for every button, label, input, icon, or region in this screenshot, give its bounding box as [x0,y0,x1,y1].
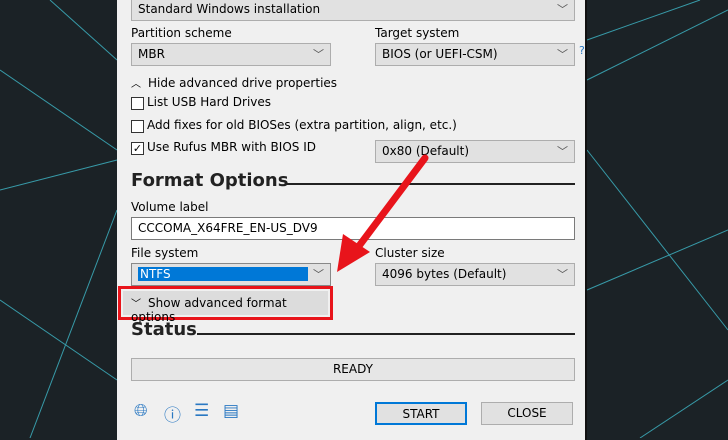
annotation-arrow [337,154,429,272]
